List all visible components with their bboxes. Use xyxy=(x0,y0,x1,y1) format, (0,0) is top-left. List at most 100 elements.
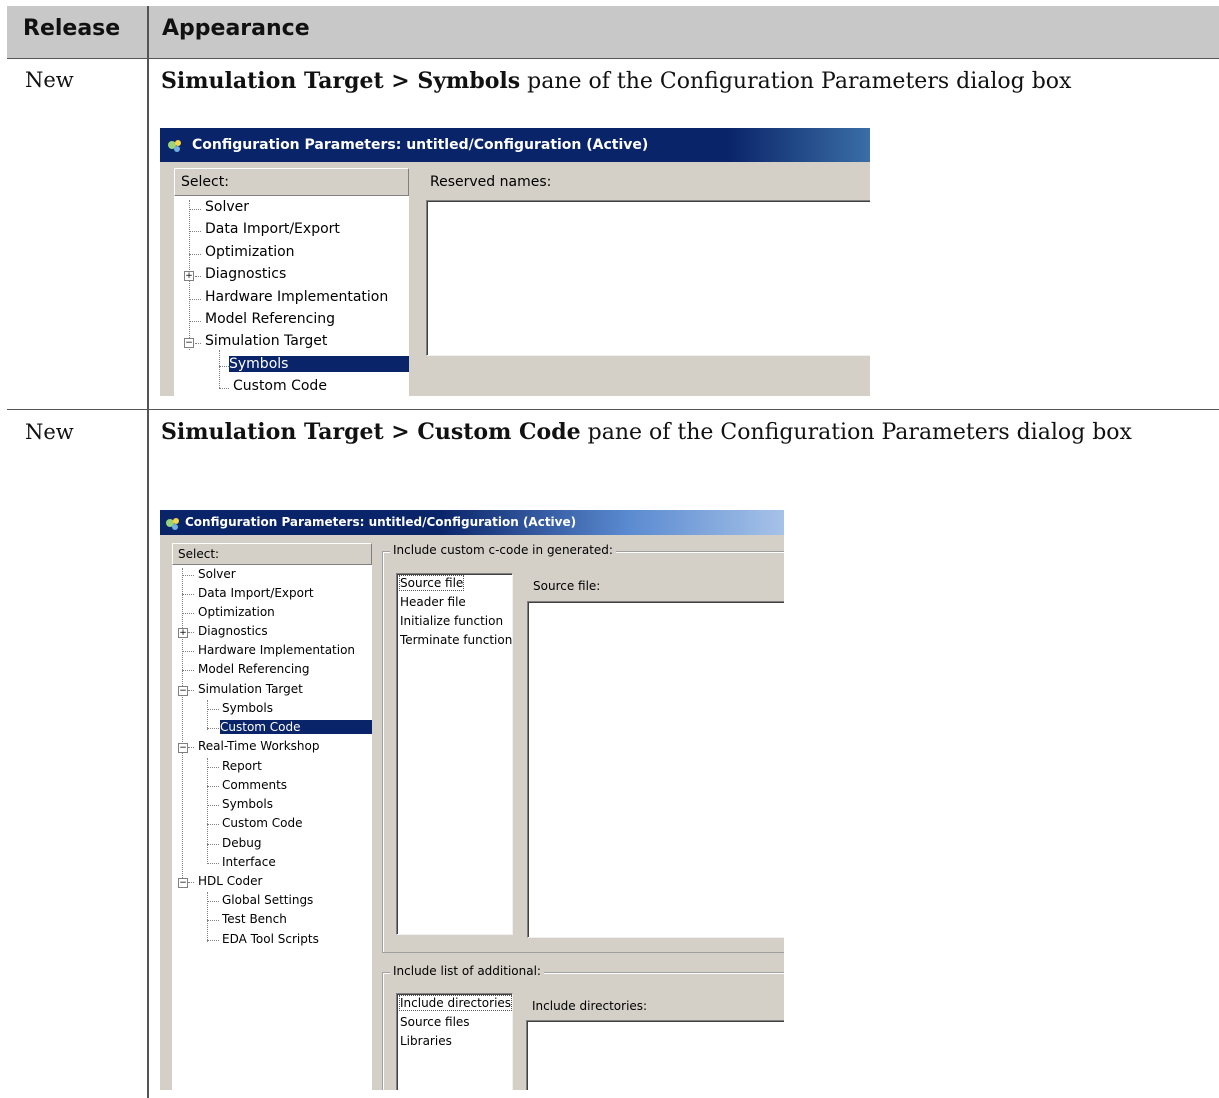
tree-connector xyxy=(207,920,219,921)
code-type-item[interactable]: Terminate function xyxy=(400,633,512,647)
tree-item-global-settings[interactable]: Global Settings xyxy=(220,893,315,907)
tree-connector xyxy=(219,388,229,389)
row2-description: Simulation Target > Custom Code pane of … xyxy=(161,415,1201,450)
tree-item-interface[interactable]: Interface xyxy=(220,855,278,869)
include-directories-label: Include directories: xyxy=(532,999,648,1013)
tree-item-label: Symbols xyxy=(229,356,289,372)
tree-item-label: Optimization xyxy=(205,244,295,260)
tree-item-test-bench[interactable]: Test Bench xyxy=(220,912,289,926)
tree-item-label: Interface xyxy=(222,855,276,869)
source-file-field[interactable] xyxy=(527,601,784,938)
tree-item-hardware-implementation[interactable]: Hardware Implementation xyxy=(203,289,390,305)
tree-item-label: Solver xyxy=(205,199,249,215)
select-label: Select: xyxy=(181,174,229,190)
tree-item-custom-code[interactable]: Custom Code xyxy=(220,720,372,734)
column-divider xyxy=(147,6,149,1098)
tree-item-label: Solver xyxy=(198,567,236,581)
tree-item-debug[interactable]: Debug xyxy=(220,836,263,850)
tree-line xyxy=(207,700,208,730)
tree-item-label: EDA Tool Scripts xyxy=(222,932,319,946)
tree-expander-minus-icon[interactable]: − xyxy=(184,338,194,348)
tree-item-label: Model Referencing xyxy=(205,311,336,327)
tree-connector xyxy=(195,343,201,344)
row1-description: Simulation Target > Symbols pane of the … xyxy=(161,64,1201,99)
tree-item-diagnostics[interactable]: Diagnostics xyxy=(196,624,270,638)
tree-item-label: Report xyxy=(222,759,262,773)
tree-item-custom-code[interactable]: Custom Code xyxy=(231,378,329,394)
tree-connector xyxy=(182,575,194,576)
tree-item-symbols[interactable]: Symbols xyxy=(229,356,409,372)
tree-item-label: Real-Time Workshop xyxy=(198,739,320,753)
tree-connector xyxy=(189,321,201,322)
tree-item-hdl-coder[interactable]: HDL Coder xyxy=(196,874,264,888)
tree-item-data-import-export[interactable]: Data Import/Export xyxy=(203,221,342,237)
tree-connector xyxy=(207,844,219,845)
appearance-column-header: Appearance xyxy=(162,16,310,41)
include-directories-field[interactable] xyxy=(526,1020,784,1090)
tree-item-label: Optimization xyxy=(198,605,275,619)
source-file-label: Source file: xyxy=(533,579,601,593)
tree-item-optimization[interactable]: Optimization xyxy=(196,605,277,619)
tree-connector xyxy=(207,824,219,825)
tree-item-report[interactable]: Report xyxy=(220,759,264,773)
tree-item-hardware-implementation[interactable]: Hardware Implementation xyxy=(196,643,357,657)
tree-connector xyxy=(207,940,219,941)
tree-connector xyxy=(188,632,194,633)
tree-item-model-referencing[interactable]: Model Referencing xyxy=(203,311,337,327)
code-type-item[interactable]: Initialize function xyxy=(400,614,503,628)
release-column-header: Release xyxy=(23,16,121,41)
tree-connector xyxy=(207,709,219,710)
tree-item-solver[interactable]: Solver xyxy=(203,199,251,215)
header-divider xyxy=(7,58,1219,59)
tree-connector xyxy=(207,786,219,787)
tree-item-label: Global Settings xyxy=(222,893,314,907)
tree-item-eda-tool-scripts[interactable]: EDA Tool Scripts xyxy=(220,932,321,946)
tree-item-simulation-target[interactable]: Simulation Target xyxy=(203,333,329,349)
tree-expander-plus-icon[interactable]: + xyxy=(184,271,194,281)
tree-connector xyxy=(207,805,219,806)
code-type-item[interactable]: Source file xyxy=(398,575,465,591)
tree-connector xyxy=(207,901,219,902)
row2-description-rest: pane of the Configuration Parameters dia… xyxy=(580,420,1132,445)
tree-connector xyxy=(188,882,194,883)
tree-item-label: Simulation Target xyxy=(205,333,328,349)
tree-item-model-referencing[interactable]: Model Referencing xyxy=(196,662,311,676)
tree-item-label: Comments xyxy=(222,778,288,792)
tree-connector xyxy=(189,299,201,300)
tree-item-optimization[interactable]: Optimization xyxy=(203,244,297,260)
tree-item-label: Symbols xyxy=(222,701,273,715)
tree-item-solver[interactable]: Solver xyxy=(196,567,238,581)
tree-item-data-import-export[interactable]: Data Import/Export xyxy=(196,586,316,600)
tree-expander-plus-icon[interactable]: + xyxy=(178,628,188,638)
tree-connector xyxy=(182,651,194,652)
tree-expander-minus-icon[interactable]: − xyxy=(178,878,188,888)
table-header: Release Appearance xyxy=(7,6,1219,59)
tree-item-simulation-target[interactable]: Simulation Target xyxy=(196,682,305,696)
row2-description-bold: Simulation Target > Custom Code xyxy=(161,419,581,445)
include-type-item[interactable]: Source files xyxy=(400,1015,470,1029)
code-type-item[interactable]: Header file xyxy=(400,595,466,609)
tree-expander-minus-icon[interactable]: − xyxy=(178,686,188,696)
tree-item-comments[interactable]: Comments xyxy=(220,778,289,792)
tree-connector xyxy=(207,728,219,729)
tree-item-label: Custom Code xyxy=(233,378,327,394)
select-header: Select: xyxy=(174,168,409,196)
tree-item-real-time-workshop[interactable]: Real-Time Workshop xyxy=(196,739,321,753)
tree-connector xyxy=(207,863,219,864)
tree-connector xyxy=(189,209,201,210)
tree-item-rtw-symbols[interactable]: Symbols xyxy=(220,797,275,811)
tree-connector xyxy=(182,670,194,671)
tree-item-symbols[interactable]: Symbols xyxy=(220,701,275,715)
include-type-item[interactable]: Include directories xyxy=(398,995,513,1011)
tree-line xyxy=(207,892,208,942)
tree-item-label: Diagnostics xyxy=(198,624,268,638)
include-type-item[interactable]: Libraries xyxy=(400,1034,452,1048)
tree-item-diagnostics[interactable]: Diagnostics xyxy=(203,266,288,282)
tree-item-rtw-custom-code[interactable]: Custom Code xyxy=(220,816,305,830)
tree-item-label: Custom Code xyxy=(220,720,301,734)
tree-item-label: Simulation Target xyxy=(198,682,303,696)
tree-expander-minus-icon[interactable]: − xyxy=(178,743,188,753)
tree-connector xyxy=(189,254,201,255)
reserved-names-field[interactable] xyxy=(426,200,870,356)
tree-connector xyxy=(188,747,194,748)
